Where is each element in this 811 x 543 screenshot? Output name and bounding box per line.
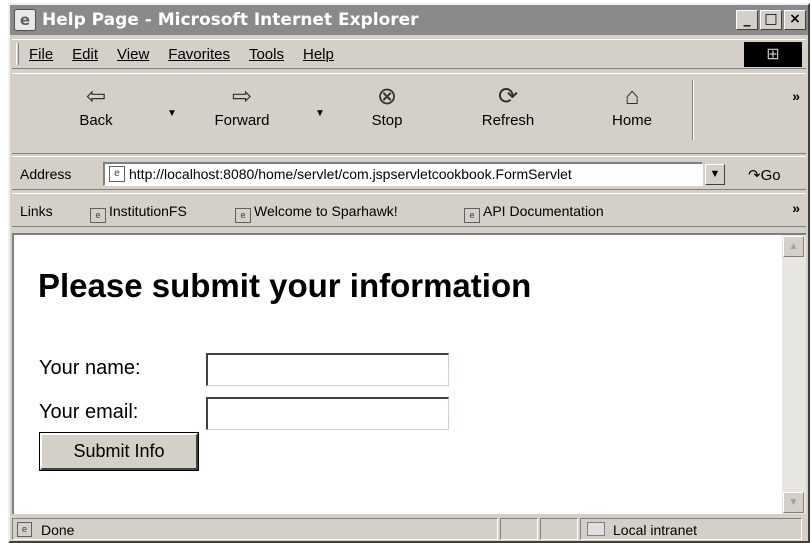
window-title: Help Page - Microsoft Internet Explorer [42,10,419,30]
status-zone-panel: Local intranet [580,518,802,540]
link-page-icon: e [90,208,106,223]
zone-text: Local intranet [613,522,698,538]
status-bar: e Done Local intranet [12,517,806,541]
scroll-down-icon[interactable]: ▼ [783,492,804,513]
name-input[interactable] [206,353,449,386]
address-bar: Address e http://localhost:8080/home/serv… [12,156,806,190]
refresh-icon: ⟳ [497,83,519,110]
close-button[interactable]: × [784,10,806,30]
forward-button[interactable]: ⇨ Forward [202,82,282,129]
back-arrow-icon: ⇦ [85,83,107,110]
home-icon: ⌂ [624,83,640,110]
back-label: Back [79,112,113,129]
menu-view[interactable]: View [117,46,149,63]
browser-window: e Help Page - Microsoft Internet Explore… [8,3,810,543]
address-label: Address [20,166,72,182]
local-intranet-icon [587,522,605,536]
link-page-icon: e [235,208,251,223]
back-dropdown-icon[interactable]: ▼ [167,108,177,119]
status-panel [540,518,578,540]
address-url: http://localhost:8080/home/servlet/com.j… [129,166,572,182]
menu-tools[interactable]: Tools [249,46,284,63]
stop-icon: ⊗ [376,83,398,110]
stop-button[interactable]: ⊗ Stop [357,82,417,129]
maximize-button[interactable]: □ [760,10,782,30]
status-panel [500,518,538,540]
address-input[interactable]: e http://localhost:8080/home/servlet/com.… [103,162,703,186]
name-label: Your name: [39,357,141,379]
link-institutionfs[interactable]: e InstitutionFS [90,203,187,223]
link-label: InstitutionFS [109,203,187,219]
link-api-documentation[interactable]: e API Documentation [464,203,604,223]
menu-bar: File Edit View Favorites Tools Help ⊞ [12,39,806,69]
link-sparhawk[interactable]: e Welcome to Sparhawk! [235,203,398,223]
links-bar: Links e InstitutionFS e Welcome to Sparhaw… [12,193,806,227]
windows-logo-icon: ⊞ [744,42,802,67]
home-label: Home [611,112,652,129]
go-button[interactable]: ↷Go [748,166,781,184]
forward-dropdown-icon[interactable]: ▼ [315,108,325,119]
link-page-icon: e [464,208,480,223]
email-label: Your email: [39,401,139,423]
submit-info-button[interactable]: Submit Info [39,432,199,471]
menu-favorites[interactable]: Favorites [168,46,230,63]
back-button[interactable]: ⇦ Back [66,82,126,129]
page-icon: e [109,166,125,182]
link-label: API Documentation [483,203,604,219]
home-button[interactable]: ⌂ Home [602,82,662,129]
forward-label: Forward [214,112,270,129]
status-main-panel: e Done [12,518,498,540]
page-heading: Please submit your information [38,267,532,304]
menu-edit[interactable]: Edit [72,46,98,63]
minimize-button[interactable]: _ [736,10,758,30]
menu-grip[interactable] [16,43,19,65]
status-page-icon: e [17,522,32,537]
refresh-button[interactable]: ⟳ Refresh [470,82,546,129]
vertical-scrollbar[interactable]: ▲ ▼ [782,235,806,514]
toolbar-separator [692,80,694,140]
go-label: Go [760,167,781,184]
link-label: Welcome to Sparhawk! [254,203,398,219]
scroll-up-icon[interactable]: ▲ [783,236,804,257]
links-label: Links [20,203,53,219]
stop-label: Stop [371,112,403,129]
ie-page-icon: e [14,9,36,31]
forward-arrow-icon: ⇨ [231,83,253,110]
links-more-chevron-icon[interactable]: » [792,200,800,216]
refresh-label: Refresh [481,112,535,129]
email-input[interactable] [206,397,449,430]
menu-file[interactable]: File [29,46,53,63]
toolbar-more-chevron-icon[interactable]: » [792,88,800,104]
status-text: Done [41,522,75,538]
title-bar[interactable]: e Help Page - Microsoft Internet Explore… [10,5,808,35]
page-content: Please submit your information Your name… [12,233,806,514]
standard-toolbar: ⇦ Back ▼ ⇨ Forward ▼ ⊗ Stop ⟳ Refresh ⌂ … [12,73,806,154]
go-arrow-icon: ↷ [748,167,761,184]
address-dropdown-icon[interactable]: ▼ [705,164,725,185]
menu-help[interactable]: Help [303,46,334,63]
